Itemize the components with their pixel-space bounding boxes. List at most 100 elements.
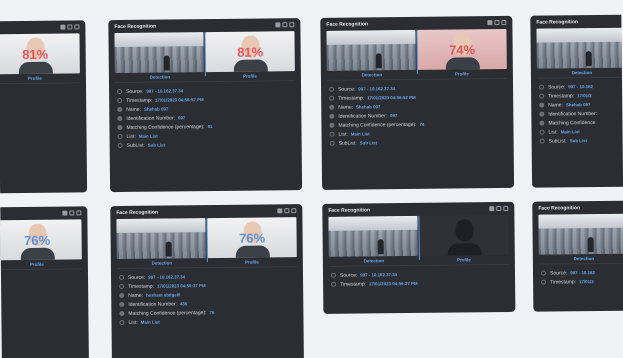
bullet-icon bbox=[539, 138, 545, 144]
shoulders-shape bbox=[235, 245, 270, 259]
bullet-icon bbox=[330, 272, 337, 278]
recognition-card[interactable]: Face Recognition 74% Detection Profile S… bbox=[320, 15, 515, 190]
profile-photo[interactable]: 76% bbox=[0, 219, 82, 261]
match-percent: 76% bbox=[239, 230, 266, 246]
menu-icon[interactable] bbox=[489, 206, 495, 212]
bullet-icon bbox=[329, 95, 335, 101]
detection-snapshot[interactable] bbox=[114, 32, 204, 74]
recognition-card[interactable]: Face Recognition Detection Source: 997 -… bbox=[532, 199, 623, 312]
info-label: Source: bbox=[549, 269, 568, 277]
profile-label: Profile bbox=[27, 75, 42, 81]
menu-icon[interactable] bbox=[275, 22, 281, 28]
profile-photo[interactable]: 81% bbox=[0, 33, 80, 75]
snapshot-area bbox=[538, 213, 623, 255]
info-value: 097 bbox=[389, 113, 398, 119]
shoulders-shape bbox=[445, 57, 480, 70]
info-label: Source: bbox=[126, 88, 144, 95]
profile-label: Profile bbox=[242, 73, 257, 79]
snapshot-labels: Detection bbox=[538, 252, 623, 265]
bullet-icon bbox=[539, 102, 545, 108]
recognition-card[interactable]: Face Recognition 76% Detection Profile S… bbox=[110, 204, 304, 358]
bullet-icon bbox=[329, 140, 335, 146]
bullet-icon bbox=[539, 93, 545, 99]
menu-icon[interactable] bbox=[277, 208, 283, 214]
profile-photo[interactable] bbox=[419, 214, 509, 256]
bullet-icon bbox=[117, 133, 123, 140]
info-value: Main List bbox=[138, 133, 158, 139]
recognition-card[interactable]: Face Recognition Detection Profile Sourc… bbox=[322, 201, 516, 314]
snapshot-area: 76% bbox=[116, 217, 297, 263]
card-title: Face Recognition bbox=[328, 206, 371, 214]
recognition-card[interactable]: 81% Profile 06:57 PM bbox=[0, 20, 88, 195]
expand-icon[interactable] bbox=[282, 22, 288, 28]
detection-snapshot[interactable] bbox=[116, 218, 206, 260]
face-shape bbox=[454, 219, 474, 242]
bullet-icon bbox=[329, 131, 335, 137]
info-value: 17/01/2023 04:56:37 PM bbox=[157, 283, 206, 289]
recognition-card[interactable]: 76% Profile 06:57 PM 436 bbox=[0, 206, 89, 358]
snapshot-area: 74% bbox=[326, 28, 507, 74]
card-title: Face Recognition bbox=[538, 204, 581, 212]
info-row-ercentage: ercentage): 81 bbox=[0, 123, 78, 134]
info-label: SubList: bbox=[548, 137, 567, 145]
info-value: 17/01/2023 04:56:57 PM bbox=[155, 97, 204, 103]
expand-icon[interactable] bbox=[67, 24, 73, 30]
info-value: 81 bbox=[207, 124, 213, 130]
expand-icon[interactable] bbox=[69, 210, 75, 216]
info-label: Source: bbox=[127, 274, 146, 281]
bullet-icon bbox=[539, 84, 545, 90]
bullet-icon bbox=[119, 292, 125, 299]
bullet-icon bbox=[331, 281, 337, 287]
bullet-icon bbox=[117, 106, 123, 113]
info-label: List: bbox=[338, 131, 348, 138]
info-value: 17/01/2 bbox=[577, 93, 592, 99]
grid-icon[interactable] bbox=[291, 208, 297, 214]
grid-icon[interactable] bbox=[74, 24, 80, 30]
bullet-icon bbox=[119, 310, 125, 317]
match-percent: 81% bbox=[237, 44, 264, 60]
info-value: 997 - 10.162.37.34 bbox=[358, 86, 396, 92]
info-label: Matching Confidence (percentage): bbox=[126, 123, 205, 131]
detection-label: Detection bbox=[573, 256, 595, 262]
shoulders-shape bbox=[447, 243, 482, 256]
detection-snapshot[interactable] bbox=[536, 27, 623, 69]
snapshot-area: 76% bbox=[0, 219, 82, 261]
info-label: Timestamp: bbox=[550, 278, 577, 286]
grid-icon[interactable] bbox=[503, 205, 509, 211]
expand-icon[interactable] bbox=[496, 206, 502, 212]
bullet-icon bbox=[540, 270, 547, 276]
profile-photo[interactable]: 81% bbox=[205, 31, 295, 73]
detection-snapshot[interactable] bbox=[326, 29, 416, 71]
info-label: Timestamp: bbox=[126, 97, 153, 104]
bullet-icon bbox=[119, 301, 125, 308]
info-label: Identification Number: bbox=[128, 300, 177, 308]
card-title: Face Recognition bbox=[326, 20, 369, 28]
profile-photo[interactable]: 74% bbox=[417, 28, 507, 70]
bullet-icon bbox=[117, 115, 123, 122]
recognition-card[interactable]: Face Recognition 81% Detection Profile S… bbox=[108, 18, 303, 193]
menu-icon[interactable] bbox=[60, 24, 66, 30]
grid-icon[interactable] bbox=[289, 22, 295, 28]
menu-icon[interactable] bbox=[62, 210, 68, 216]
info-label: Source: bbox=[339, 272, 358, 279]
recognition-card[interactable]: Face Recognition Detection Source: 997 -… bbox=[530, 13, 623, 188]
info-value: Main List bbox=[350, 131, 370, 137]
profile-label: Profile bbox=[456, 257, 471, 263]
card-title: Face Recognition bbox=[116, 209, 159, 216]
detection-snapshot[interactable] bbox=[328, 215, 418, 257]
bullet-icon bbox=[329, 122, 335, 128]
detection-label: Detection bbox=[361, 72, 383, 78]
info-value: 436 bbox=[179, 301, 188, 307]
grid-icon[interactable] bbox=[76, 210, 82, 216]
expand-icon[interactable] bbox=[494, 20, 500, 26]
info-list: 06:57 PM 436 ercentage): 76 bbox=[0, 269, 88, 311]
info-value: 997 - 10.162.37.34 bbox=[360, 272, 398, 278]
profile-photo[interactable]: 76% bbox=[207, 217, 297, 259]
detection-snapshot[interactable] bbox=[538, 213, 623, 255]
menu-icon[interactable] bbox=[487, 20, 493, 26]
grid-icon[interactable] bbox=[501, 19, 507, 26]
info-value: hesham abdgelil bbox=[145, 292, 181, 298]
expand-icon[interactable] bbox=[284, 208, 290, 214]
info-list: 06:57 PM 097 ercentage): 81 bbox=[0, 83, 86, 134]
bullet-icon bbox=[119, 283, 125, 290]
